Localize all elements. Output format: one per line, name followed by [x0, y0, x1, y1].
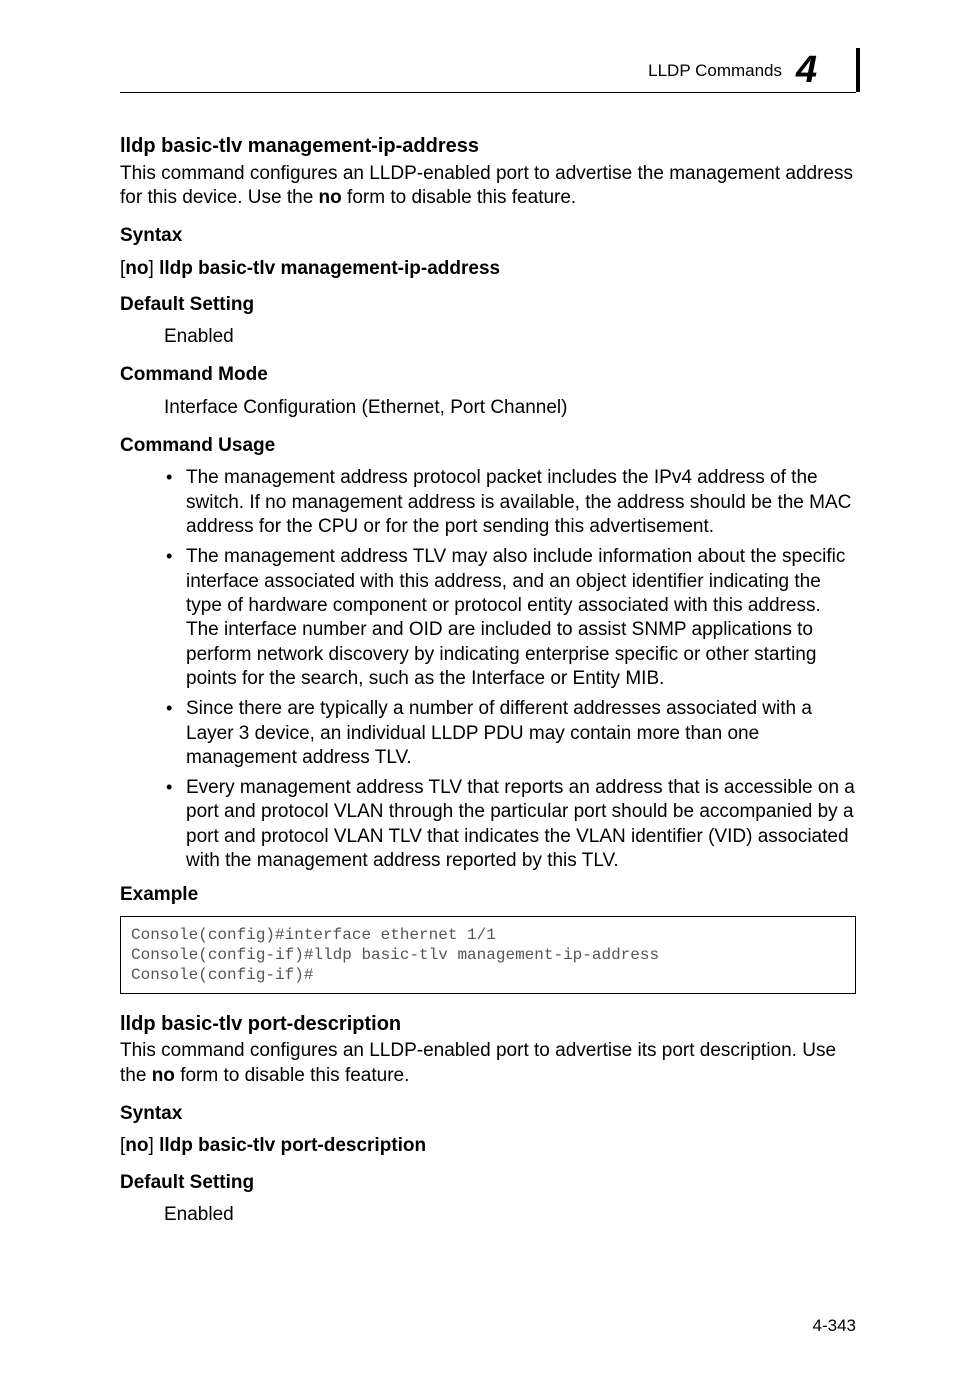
- cmd2-title: lldp basic-tlv port-description: [120, 1012, 856, 1038]
- chapter-badge: 4: [796, 54, 856, 88]
- cmd1-mode-value: Interface Configuration (Ethernet, Port …: [164, 396, 856, 420]
- list-item: Every management address TLV that report…: [164, 776, 856, 873]
- cmd2-syntax-line: [no] lldp basic-tlv port-description: [120, 1134, 856, 1158]
- cmd2-description: This command configures an LLDP-enabled …: [120, 1039, 856, 1088]
- cmd1-syntax-label: Syntax: [120, 224, 856, 248]
- cmd1-mode-label: Command Mode: [120, 363, 856, 387]
- cmd2-default-value: Enabled: [164, 1203, 856, 1227]
- cmd1-default-label: Default Setting: [120, 293, 856, 317]
- cmd2-desc-post: form to disable this feature.: [175, 1065, 409, 1086]
- header-underline: [120, 92, 856, 93]
- cmd2-desc-bold: no: [152, 1065, 175, 1086]
- cmd1-syntax-line: [no] lldp basic-tlv management-ip-addres…: [120, 257, 856, 281]
- list-item: The management address TLV may also incl…: [164, 545, 856, 691]
- syntax-bracket-close: ]: [149, 1135, 160, 1156]
- cmd1-desc-bold: no: [319, 187, 342, 208]
- list-item: Since there are typically a number of di…: [164, 697, 856, 770]
- syntax-bracket-close: ]: [149, 258, 160, 279]
- cmd2-syntax-label: Syntax: [120, 1102, 856, 1126]
- page-number: 4-343: [813, 1316, 856, 1336]
- cmd1-example-label: Example: [120, 883, 856, 907]
- cmd1-usage-list: The management address protocol packet i…: [120, 466, 856, 873]
- content-area: lldp basic-tlv management-ip-address Thi…: [120, 134, 856, 1227]
- cmd1-usage-label: Command Usage: [120, 434, 856, 458]
- syntax-no: no: [125, 1135, 148, 1156]
- syntax-no: no: [125, 258, 148, 279]
- cmd2-default-label: Default Setting: [120, 1171, 856, 1195]
- chapter-number: 4: [796, 49, 816, 91]
- syntax-cmd: lldp basic-tlv management-ip-address: [159, 258, 500, 279]
- list-item: The management address protocol packet i…: [164, 466, 856, 539]
- page-container: LLDP Commands 4 lldp basic-tlv managemen…: [0, 0, 954, 1388]
- syntax-cmd: lldp basic-tlv port-description: [159, 1135, 426, 1156]
- cmd1-description: This command configures an LLDP-enabled …: [120, 162, 856, 211]
- cmd1-title: lldp basic-tlv management-ip-address: [120, 134, 856, 160]
- cmd1-desc-post: form to disable this feature.: [342, 187, 576, 208]
- cmd1-example-code: Console(config)#interface ethernet 1/1 C…: [120, 916, 856, 994]
- running-header: LLDP Commands 4: [648, 54, 856, 88]
- header-section-title: LLDP Commands: [648, 61, 782, 81]
- chapter-bar: [856, 48, 860, 92]
- cmd1-default-value: Enabled: [164, 325, 856, 349]
